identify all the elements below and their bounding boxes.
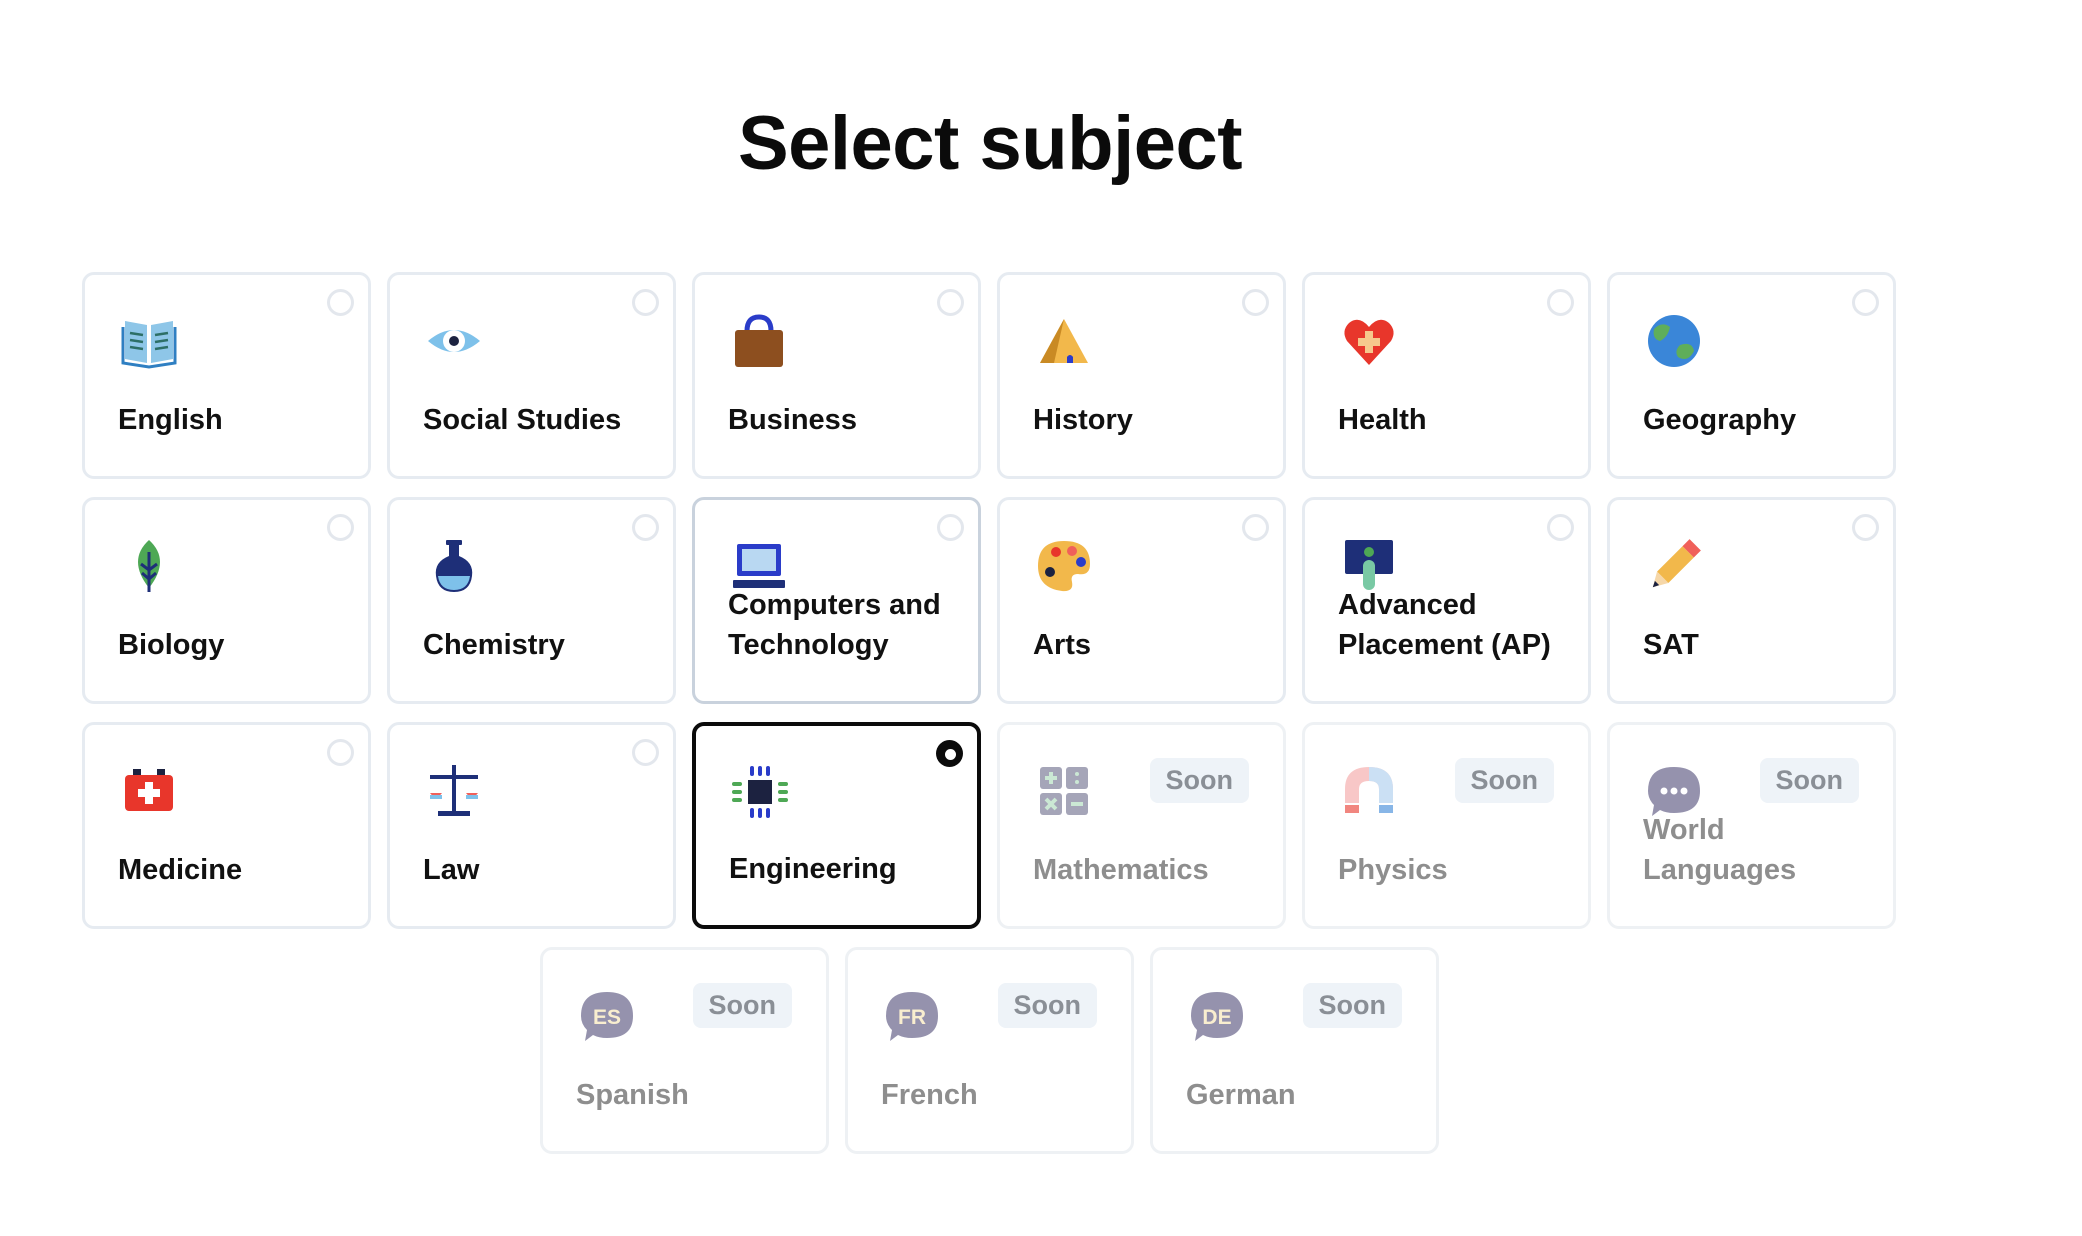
pencil-icon <box>1646 538 1702 594</box>
flask-icon <box>426 538 482 594</box>
eye-icon <box>426 313 482 369</box>
subject-card-advanced-placement[interactable]: Advanced Placement (AP) <box>1302 497 1591 704</box>
subject-label: German <box>1186 1079 1296 1111</box>
subject-card-world-languages: World Languages Soon <box>1607 722 1896 929</box>
subject-label: Arts <box>1033 629 1092 661</box>
subject-label: Spanish <box>576 1079 689 1111</box>
radio-button[interactable] <box>1547 289 1574 316</box>
radio-button[interactable] <box>1242 289 1269 316</box>
radio-button[interactable] <box>1242 514 1269 541</box>
leaf-icon <box>121 538 177 594</box>
heart-plus-icon <box>1341 313 1397 369</box>
subject-label: French <box>881 1079 978 1111</box>
soon-badge: Soon <box>1759 758 1859 803</box>
subject-card-sat[interactable]: SAT <box>1607 497 1896 704</box>
subject-card-english[interactable]: English <box>82 272 371 479</box>
subject-label: Advanced Placement (AP) <box>1338 589 1551 661</box>
soon-badge: Soon <box>1302 983 1402 1028</box>
subject-label: Business <box>728 404 857 436</box>
radio-button[interactable] <box>327 514 354 541</box>
subject-label: English <box>118 404 223 436</box>
globe-icon <box>1646 313 1702 369</box>
subject-card-medicine[interactable]: Medicine <box>82 722 371 929</box>
subject-card-french: FR French Soon <box>845 947 1134 1154</box>
subject-label: Medicine <box>118 854 243 886</box>
subject-label: SAT <box>1643 629 1699 661</box>
subject-card-geography[interactable]: Geography <box>1607 272 1896 479</box>
soon-badge: Soon <box>692 983 792 1028</box>
radio-button[interactable] <box>1852 289 1879 316</box>
subject-card-spanish: ES Spanish Soon <box>540 947 829 1154</box>
subject-card-engineering[interactable]: Engineering <box>692 722 981 929</box>
subject-card-german: DE German Soon <box>1150 947 1439 1154</box>
radio-button[interactable] <box>632 739 659 766</box>
page-title: Select subject <box>737 101 1243 186</box>
subject-card-law[interactable]: Law <box>387 722 676 929</box>
radio-button[interactable] <box>1852 514 1879 541</box>
subject-card-arts[interactable]: Arts <box>997 497 1286 704</box>
radio-button[interactable] <box>937 514 964 541</box>
subject-card-mathematics: Mathematics Soon <box>997 722 1286 929</box>
subject-card-computers-and-technology[interactable]: Computers and Technology <box>692 497 981 704</box>
subject-label: Social Studies <box>423 404 622 436</box>
magnet-icon <box>1341 763 1397 819</box>
radio-button[interactable] <box>327 739 354 766</box>
speech-bubble-fr-icon: FR <box>884 988 940 1044</box>
pyramid-icon <box>1036 313 1092 369</box>
scales-icon <box>426 763 482 819</box>
radio-button[interactable] <box>1547 514 1574 541</box>
open-book-icon <box>121 313 177 369</box>
briefcase-icon <box>731 313 787 369</box>
bubble-text: ES <box>593 1006 621 1029</box>
soon-badge: Soon <box>1149 758 1249 803</box>
subject-label: Engineering <box>729 853 897 885</box>
subject-label: Physics <box>1338 854 1448 886</box>
subject-label: World Languages <box>1643 814 1797 886</box>
subject-label: Geography <box>1643 404 1797 436</box>
soon-badge: Soon <box>1454 758 1554 803</box>
palette-icon <box>1036 538 1092 594</box>
subject-card-physics: Physics Soon <box>1302 722 1591 929</box>
radio-button[interactable] <box>632 514 659 541</box>
subject-card-social-studies[interactable]: Social Studies <box>387 272 676 479</box>
radio-button[interactable] <box>632 289 659 316</box>
radio-button[interactable] <box>937 289 964 316</box>
subject-label: Chemistry <box>423 629 565 661</box>
microchip-icon <box>732 764 788 820</box>
medical-kit-icon <box>121 763 177 819</box>
bubble-text: DE <box>1202 1006 1231 1029</box>
subject-label: History <box>1033 404 1133 436</box>
speech-bubble-de-icon: DE <box>1189 988 1245 1044</box>
subject-card-chemistry[interactable]: Chemistry <box>387 497 676 704</box>
radio-button-selected[interactable] <box>936 740 963 767</box>
speech-bubble-es-icon: ES <box>579 988 635 1044</box>
subject-label: Health <box>1338 404 1427 436</box>
soon-badge: Soon <box>997 983 1097 1028</box>
subject-card-health[interactable]: Health <box>1302 272 1591 479</box>
calculator-icon <box>1036 763 1092 819</box>
bubble-text: FR <box>898 1006 926 1029</box>
subject-label: Law <box>423 854 480 886</box>
subject-label: Biology <box>118 629 225 661</box>
subject-label: Computers and Technology <box>728 589 941 661</box>
subject-label: Mathematics <box>1033 854 1209 886</box>
subject-card-biology[interactable]: Biology <box>82 497 371 704</box>
radio-button[interactable] <box>327 289 354 316</box>
subject-card-history[interactable]: History <box>997 272 1286 479</box>
subject-card-business[interactable]: Business <box>692 272 981 479</box>
